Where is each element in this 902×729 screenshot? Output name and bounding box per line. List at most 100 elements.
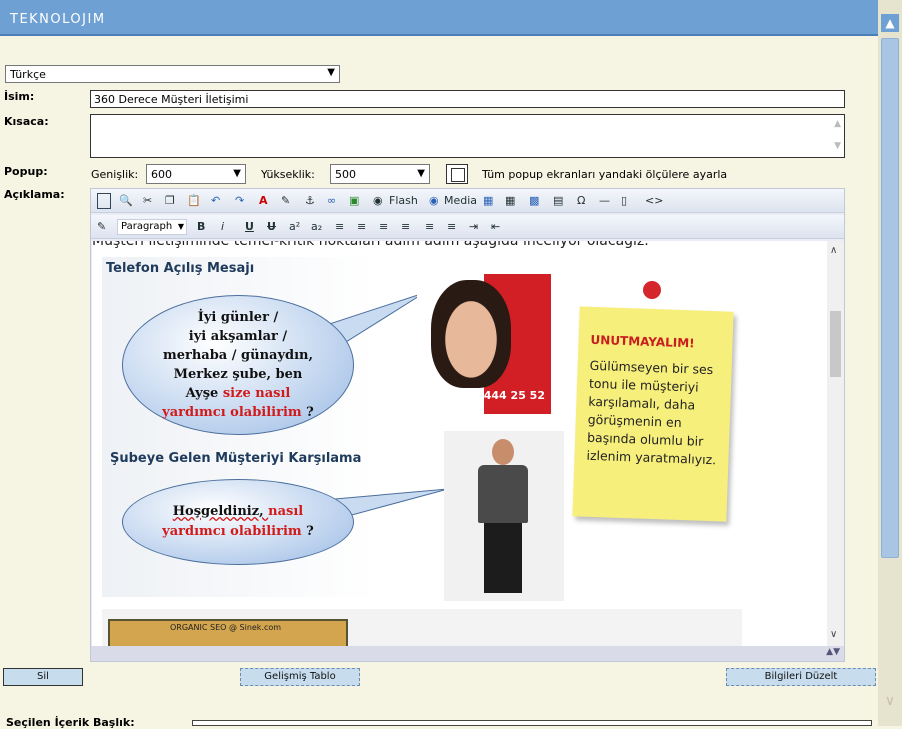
- unordered-list-icon[interactable]: ≡: [447, 219, 456, 235]
- editor-content[interactable]: Müşteri iletişiminde temel-kritik noktal…: [92, 241, 827, 646]
- align-right-icon[interactable]: ≡: [379, 219, 388, 235]
- apply-all-checkbox[interactable]: [446, 164, 468, 184]
- editor-toolbar-primary: 🔍 ✂ ❐ 📋 ↶ ↷ A ✎ ⚓ ∞ ▣ ◉ Flash ◉ Media ▦ …: [91, 189, 844, 213]
- source-icon[interactable]: [97, 193, 111, 209]
- superscript-button[interactable]: a²: [289, 219, 300, 235]
- editor-scrollbar[interactable]: ∧ ∨: [827, 241, 844, 646]
- chevron-down-icon: ▼: [327, 67, 335, 78]
- eraser-icon[interactable]: ▯: [621, 193, 627, 209]
- flash-label[interactable]: Flash: [389, 193, 418, 209]
- align-center-icon[interactable]: ≡: [357, 219, 366, 235]
- italic-button[interactable]: i: [221, 219, 224, 235]
- push-pin-icon: [643, 281, 661, 299]
- anchor-icon[interactable]: ⚓: [305, 193, 315, 209]
- greeter-head: [492, 439, 514, 465]
- font-color-icon[interactable]: A: [259, 193, 268, 209]
- redo-icon[interactable]: ↷: [235, 193, 244, 209]
- sticky-note-body: Gülümseyen bir ses tonu ile müşteriyi ka…: [586, 357, 717, 468]
- app-header: TEKNOLOJIM: [0, 0, 878, 36]
- align-left-icon[interactable]: ≡: [335, 219, 344, 235]
- table-edit-icon[interactable]: ▦: [505, 193, 515, 209]
- greeter-photo: [444, 431, 564, 601]
- advanced-table-button[interactable]: Gelişmiş Tablo: [240, 668, 360, 686]
- bubble2-line1: Hoşgeldiniz, nasıl: [162, 502, 314, 522]
- paste-icon[interactable]: 📋: [187, 193, 201, 209]
- width-select-value: 600: [151, 168, 172, 181]
- textarea-scroll-up-icon[interactable]: ▲: [834, 119, 841, 129]
- height-select[interactable]: 500 ▼: [330, 164, 430, 184]
- editor-scroll-down-icon[interactable]: ∨: [830, 629, 837, 640]
- image-icon[interactable]: ▣: [349, 193, 359, 209]
- indent-icon[interactable]: ⇥: [469, 219, 478, 235]
- resize-handle-icon[interactable]: ▲▼: [826, 647, 840, 657]
- outdent-icon[interactable]: ⇤: [491, 219, 500, 235]
- bubble2-end: ?: [301, 524, 314, 539]
- special-char-icon[interactable]: Ω: [577, 193, 585, 209]
- sticky-note-title: UNUTMAYALIM!: [590, 332, 695, 351]
- underline-button[interactable]: U: [245, 219, 254, 235]
- grid-icon[interactable]: ▩: [529, 193, 539, 209]
- scroll-up-icon[interactable]: ▲: [881, 14, 899, 32]
- greeter-body: [478, 465, 528, 523]
- chevron-down-icon: ▼: [177, 222, 184, 231]
- undo-icon[interactable]: ↶: [211, 193, 220, 209]
- cut-icon[interactable]: ✂: [143, 193, 152, 209]
- heading-branch-welcome: Şubeye Gelen Müşteriyi Karşılama: [110, 451, 362, 466]
- popup-label: Popup:: [4, 165, 48, 178]
- language-select[interactable]: Türkçe ▼: [5, 65, 340, 83]
- align-justify-icon[interactable]: ≡: [401, 219, 410, 235]
- paragraph-select-value: Paragraph: [121, 221, 173, 232]
- editor-scroll-up-icon[interactable]: ∧: [830, 245, 837, 256]
- selected-content-title-input[interactable]: [192, 720, 872, 726]
- call-center-photo: 444 25 52: [417, 274, 551, 414]
- scroll-down-icon[interactable]: ∨: [881, 692, 899, 710]
- bubble2-red-2: yardımcı olabilirim: [162, 524, 302, 539]
- bubble1-line5: Ayşe size nasıl: [162, 384, 314, 403]
- paragraph-select[interactable]: Paragraph ▼: [117, 219, 187, 235]
- delete-button[interactable]: Sil: [3, 668, 83, 686]
- media-icon[interactable]: ◉: [429, 193, 439, 209]
- bubble2-line2: yardımcı olabilirim ?: [162, 522, 314, 542]
- update-info-button[interactable]: Bilgileri Düzelt: [726, 668, 876, 686]
- short-label: Kısaca:: [4, 115, 49, 128]
- page-scrollbar[interactable]: ▲ ∨: [878, 0, 902, 726]
- greeter-legs: [484, 523, 522, 593]
- highlight-icon[interactable]: ✎: [281, 193, 290, 209]
- operator-face: [431, 280, 511, 388]
- find-icon[interactable]: 🔍: [119, 193, 133, 209]
- editor-scrollbar-thumb[interactable]: [830, 311, 841, 377]
- copy-icon[interactable]: ❐: [165, 193, 175, 209]
- chevron-down-icon: ▼: [233, 168, 241, 179]
- bubble1-line6: yardımcı olabilirim ?: [162, 403, 314, 422]
- horizontal-rule-icon[interactable]: —: [599, 193, 610, 209]
- link-icon[interactable]: ∞: [327, 193, 336, 209]
- bubble2-start: Hoşgeldiniz,: [172, 504, 269, 519]
- bold-button[interactable]: B: [197, 219, 205, 235]
- speech-bubble-phone: İyi günler / iyi akşamlar / merhaba / gü…: [122, 295, 354, 435]
- strikethrough-button[interactable]: U: [267, 219, 276, 235]
- template-icon[interactable]: ▤: [553, 193, 563, 209]
- height-select-value: 500: [335, 168, 356, 181]
- textarea-scroll-down-icon[interactable]: ▼: [834, 141, 841, 151]
- width-select[interactable]: 600 ▼: [146, 164, 246, 184]
- short-description-textarea[interactable]: ▲ ▼: [90, 114, 845, 158]
- name-input[interactable]: 360 Derece Müşteri İletişimi: [90, 90, 845, 108]
- code-icon[interactable]: <>: [645, 193, 663, 209]
- flash-icon[interactable]: ◉: [373, 193, 383, 209]
- style-icon[interactable]: ✎: [97, 219, 106, 235]
- width-label: Genişlik:: [91, 168, 139, 181]
- bubble1-end: ?: [301, 405, 314, 420]
- table-icon[interactable]: ▦: [483, 193, 493, 209]
- bubble1-line3: merhaba / günaydın,: [162, 348, 314, 363]
- page-scrollbar-thumb[interactable]: [881, 38, 899, 558]
- media-label[interactable]: Media: [444, 193, 477, 209]
- ordered-list-icon[interactable]: ≡: [425, 219, 434, 235]
- app-title: TEKNOLOJIM: [10, 12, 106, 27]
- height-label: Yükseklik:: [261, 168, 315, 181]
- apply-all-label: Tüm popup ekranları yandaki ölçülere aya…: [482, 168, 728, 181]
- bubble1-line4: Merkez şube, ben: [173, 367, 303, 382]
- bubble1-red-1: size nasıl: [222, 386, 291, 401]
- heading-phone-greeting: Telefon Açılış Mesajı: [106, 261, 255, 276]
- subscript-button[interactable]: a₂: [311, 219, 322, 235]
- speech-bubble-branch: Hoşgeldiniz, nasıl yardımcı olabilirim ?: [122, 479, 354, 565]
